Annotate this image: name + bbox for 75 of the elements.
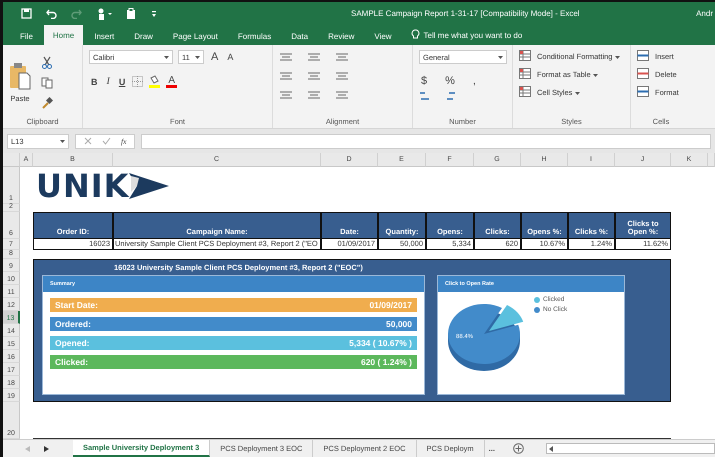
- ribbon-tab[interactable]: Formulas: [228, 27, 280, 45]
- font-color-button[interactable]: A: [166, 76, 178, 88]
- increase-font-button[interactable]: A: [209, 51, 220, 63]
- ribbon-tab[interactable]: Insert: [85, 27, 124, 45]
- metric-label: Start Date:: [55, 300, 98, 310]
- table-style-icon[interactable]: [519, 86, 532, 98]
- undo-icon[interactable]: [46, 8, 57, 19]
- checkmark-icon[interactable]: [102, 137, 111, 145]
- alignment-icon[interactable]: [279, 91, 293, 101]
- metric-value: 50,000: [386, 319, 412, 329]
- decrease-decimal-icon[interactable]: [445, 90, 457, 102]
- ribbon-tab[interactable]: File: [11, 27, 42, 45]
- add-sheet-icon[interactable]: [512, 443, 524, 454]
- ribbon-tab[interactable]: View: [365, 27, 401, 45]
- caret-icon: [60, 140, 65, 142]
- paste-icon[interactable]: [9, 62, 31, 90]
- customize-menu-icon[interactable]: [151, 10, 157, 18]
- ribbon-tab[interactable]: Home: [44, 25, 84, 45]
- window-title: SAMPLE Campaign Report 1-31-17 [Compatibility Mode] - Excel: [351, 9, 580, 18]
- percent-button[interactable]: %: [443, 75, 457, 87]
- copy-icon[interactable]: [41, 76, 54, 88]
- ribbon-tab[interactable]: Data: [282, 27, 318, 45]
- ribbon-tab[interactable]: Draw: [125, 27, 162, 45]
- cells-icon[interactable]: [637, 68, 650, 80]
- format-painter-icon[interactable]: [41, 96, 53, 108]
- touch-mode-icon[interactable]: [96, 8, 112, 20]
- horizontal-scrollbar[interactable]: [546, 443, 715, 454]
- lightbulb-icon: [410, 29, 420, 40]
- previous-sheet-icon: [25, 446, 30, 452]
- decrease-font-button[interactable]: A: [225, 52, 236, 62]
- caret-icon: [195, 56, 200, 58]
- arrow-logo-icon: [129, 172, 170, 200]
- currency-button[interactable]: $: [419, 75, 430, 87]
- cells-icon[interactable]: [637, 86, 650, 98]
- alignment-icon[interactable]: [307, 72, 321, 82]
- alignment-icon[interactable]: [335, 91, 349, 101]
- metric-label: Opened:: [55, 338, 90, 348]
- ribbon-tab[interactable]: Review: [319, 27, 364, 45]
- comma-style-button[interactable]: ,: [470, 75, 478, 87]
- caret-icon: [498, 56, 503, 58]
- alignment-icon[interactable]: [307, 91, 321, 101]
- metric-value: 620 ( 1.24% ): [360, 357, 412, 367]
- underline-button[interactable]: U: [116, 76, 128, 86]
- caret-icon: [574, 92, 580, 94]
- bold-button[interactable]: B: [89, 76, 100, 86]
- alignment-icon[interactable]: [307, 53, 321, 63]
- alignment-icon[interactable]: [279, 53, 293, 63]
- metric-value: 5,334 ( 10.67% ): [349, 338, 412, 348]
- tell-me-search[interactable]: Tell me what you want to do: [424, 31, 522, 40]
- scissors-icon[interactable]: [41, 56, 53, 68]
- metric-value: 01/09/2017: [369, 300, 412, 310]
- table-style-icon[interactable]: [519, 68, 532, 80]
- table-style-icon[interactable]: [519, 50, 532, 62]
- redo-icon: [71, 8, 82, 19]
- formula-input[interactable]: [141, 134, 711, 148]
- caret-icon: [164, 56, 169, 58]
- cells-icon[interactable]: [637, 50, 650, 62]
- metric-label: Clicked:: [55, 357, 88, 367]
- company-logo: UNIK: [36, 170, 130, 202]
- user-name[interactable]: Andr: [696, 9, 713, 18]
- caret-icon: [614, 56, 620, 58]
- increase-decimal-icon[interactable]: [419, 90, 431, 102]
- borders-icon[interactable]: [132, 76, 144, 87]
- caret-icon: [592, 74, 598, 76]
- metric-label: Ordered:: [55, 319, 91, 329]
- alignment-icon[interactable]: [279, 72, 293, 82]
- scroll-left-icon[interactable]: [548, 446, 553, 452]
- alignment-icon[interactable]: [335, 53, 349, 63]
- ribbon-tab[interactable]: Page Layout: [164, 27, 227, 45]
- fill-color-icon[interactable]: [148, 75, 162, 88]
- next-sheet-icon[interactable]: [44, 446, 49, 452]
- clipboard-icon[interactable]: [126, 8, 137, 20]
- save-icon[interactable]: [21, 8, 32, 19]
- italic-button[interactable]: I: [104, 76, 112, 87]
- alignment-icon[interactable]: [335, 72, 349, 82]
